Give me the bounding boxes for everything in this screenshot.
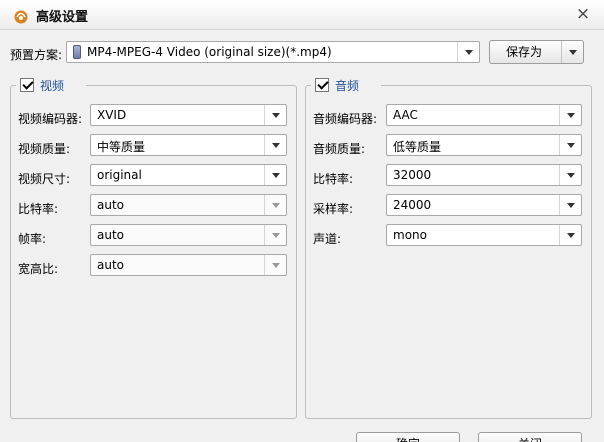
preset-label: 预置方案:: [10, 48, 63, 62]
audio-codec-value: AAC: [393, 108, 418, 122]
chevron-down-icon[interactable]: [559, 105, 581, 125]
audio-channels-label: 声道:: [313, 232, 342, 246]
audio-quality-select[interactable]: 低等质量: [386, 134, 582, 156]
audio-quality-label: 音频质量:: [313, 142, 366, 156]
chevron-down-icon[interactable]: [559, 225, 581, 245]
video-legend: 视频: [16, 77, 86, 95]
ok-button[interactable]: 确定: [356, 432, 460, 442]
dialog-title: 高级设置: [36, 10, 89, 25]
video-aspect-value: auto: [97, 258, 125, 272]
video-size-value: original: [97, 168, 142, 182]
audio-legend-label: 音频: [335, 79, 360, 93]
chevron-down-icon[interactable]: [264, 225, 286, 245]
audio-channels-value: mono: [393, 228, 427, 242]
audio-enable-checkbox[interactable]: [315, 78, 329, 92]
chevron-down-icon[interactable]: [264, 195, 286, 215]
audio-samplerate-value: 24000: [393, 198, 432, 212]
audio-quality-value: 低等质量: [393, 140, 442, 154]
video-quality-value: 中等质量: [97, 140, 146, 154]
chevron-down-icon[interactable]: [559, 135, 581, 155]
video-legend-label: 视频: [40, 79, 65, 93]
save-as-button[interactable]: 保存为: [489, 40, 584, 64]
video-framerate-select[interactable]: auto: [90, 224, 287, 246]
video-enable-checkbox[interactable]: [20, 78, 34, 92]
audio-bitrate-label: 比特率:: [313, 172, 354, 186]
chevron-down-icon[interactable]: [264, 255, 286, 275]
audio-codec-label: 音频编码器:: [313, 112, 378, 126]
audio-legend: 音频: [311, 77, 381, 95]
preset-select[interactable]: MP4-MPEG-4 Video (original size)(*.mp4): [66, 41, 480, 63]
close-icon[interactable]: ×: [574, 4, 592, 24]
video-quality-select[interactable]: 中等质量: [90, 134, 287, 156]
video-codec-select[interactable]: XVID: [90, 104, 287, 126]
video-framerate-label: 帧率:: [18, 232, 47, 246]
device-icon: [73, 45, 81, 59]
chevron-down-icon[interactable]: [264, 165, 286, 185]
chevron-down-icon[interactable]: [559, 165, 581, 185]
audio-codec-select[interactable]: AAC: [386, 104, 582, 126]
audio-samplerate-select[interactable]: 24000: [386, 194, 582, 216]
audio-bitrate-select[interactable]: 32000: [386, 164, 582, 186]
video-aspect-label: 宽高比:: [18, 262, 59, 276]
video-size-select[interactable]: original: [90, 164, 287, 186]
video-aspect-select[interactable]: auto: [90, 254, 287, 276]
chevron-down-icon[interactable]: [264, 105, 286, 125]
save-as-label: 保存为: [505, 45, 542, 59]
chevron-down-icon[interactable]: [561, 41, 583, 63]
title-bar[interactable]: 高级设置 ×: [0, 0, 604, 30]
chevron-down-icon[interactable]: [264, 135, 286, 155]
audio-samplerate-label: 采样率:: [313, 202, 354, 216]
audio-channels-select[interactable]: mono: [386, 224, 582, 246]
close-button[interactable]: 关闭: [478, 432, 582, 442]
video-bitrate-value: auto: [97, 198, 125, 212]
chevron-down-icon[interactable]: [559, 195, 581, 215]
video-codec-label: 视频编码器:: [18, 112, 83, 126]
audio-bitrate-value: 32000: [393, 168, 432, 182]
video-bitrate-label: 比特率:: [18, 202, 59, 216]
video-size-label: 视频尺寸:: [18, 172, 71, 186]
video-bitrate-select[interactable]: auto: [90, 194, 287, 216]
preset-value: MP4-MPEG-4 Video (original size)(*.mp4): [87, 45, 332, 59]
chevron-down-icon[interactable]: [457, 42, 479, 62]
advanced-settings-dialog: 高级设置 × 预置方案: MP4-MPEG-4 Video (original …: [0, 0, 604, 442]
app-logo-icon: [14, 10, 28, 24]
video-quality-label: 视频质量:: [18, 142, 71, 156]
video-framerate-value: auto: [97, 228, 125, 242]
video-codec-value: XVID: [97, 108, 127, 122]
